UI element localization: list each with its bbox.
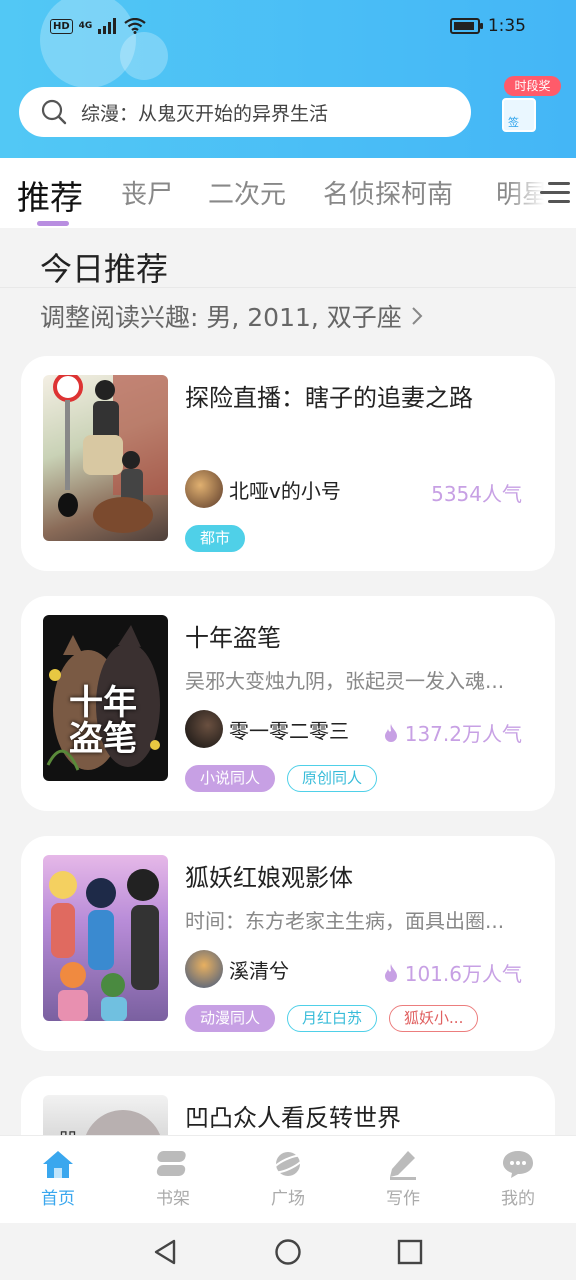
search-icon bbox=[41, 99, 67, 125]
wifi-icon bbox=[124, 18, 147, 34]
book-cover bbox=[43, 855, 168, 1021]
chat-bubble-icon bbox=[503, 1151, 533, 1178]
tag[interactable]: 狐妖小... bbox=[389, 1005, 479, 1032]
book-title: 十年盗笔 bbox=[185, 624, 281, 652]
reading-interest-text: 调整阅读兴趣: 男, 2011, 双子座 bbox=[40, 303, 402, 332]
home-circle-icon[interactable] bbox=[274, 1238, 302, 1266]
home-icon bbox=[43, 1151, 73, 1178]
checkin-label: 签 bbox=[508, 116, 519, 129]
book-author[interactable]: 零一零二零三 bbox=[185, 710, 349, 748]
book-tags: 动漫同人 月红白苏 狐妖小... bbox=[185, 1005, 479, 1032]
flame-icon bbox=[384, 963, 397, 982]
tag[interactable]: 原创同人 bbox=[287, 765, 378, 792]
nav-label: 书架 bbox=[156, 1189, 190, 1209]
bottom-navigation: 首页 书架 广场 写作 我的 bbox=[0, 1135, 576, 1223]
tag[interactable]: 小说同人 bbox=[185, 765, 276, 792]
flame-icon bbox=[384, 723, 397, 742]
book-tags: 都市 bbox=[185, 525, 246, 552]
system-navigation-bar bbox=[0, 1223, 576, 1280]
search-placeholder: 综漫：从鬼灭开始的异界生活 bbox=[81, 102, 329, 125]
author-name: 溪清兮 bbox=[229, 958, 289, 983]
status-bar: HD 4G 1:35 bbox=[0, 0, 576, 58]
tab-zombie[interactable]: 丧尸 bbox=[121, 174, 173, 211]
tag[interactable]: 动漫同人 bbox=[185, 1005, 276, 1032]
reading-interest-link[interactable]: 调整阅读兴趣: 男, 2011, 双子座 bbox=[40, 298, 424, 334]
category-tabs: 推荐 丧尸 二次元 名侦探柯南 明星 bbox=[0, 158, 576, 228]
chevron-right-icon bbox=[412, 307, 423, 325]
book-card[interactable]: 狐妖红娘观影体 时间：东方老家主生病，面具出圈... 溪清兮 101.6万人气 … bbox=[21, 836, 555, 1051]
nav-label: 写作 bbox=[386, 1189, 420, 1209]
book-card[interactable]: 探险直播：瞎子的追妻之路 北哑v的小号 5354人气 都市 bbox=[21, 356, 555, 571]
tag[interactable]: 都市 bbox=[185, 525, 246, 552]
tab-detective-conan[interactable]: 名侦探柯南 bbox=[323, 174, 453, 211]
book-author[interactable]: 北哑v的小号 bbox=[185, 470, 341, 508]
app-header: HD 4G 1:35 综漫：从鬼灭开始的异界生活 时段奖 签 bbox=[0, 0, 576, 158]
book-description: 时间：东方老家主生病，面具出圈... bbox=[185, 909, 505, 933]
status-time: 1:35 bbox=[487, 16, 526, 36]
nav-write[interactable]: 写作 bbox=[363, 1148, 443, 1209]
pen-icon bbox=[390, 1151, 416, 1180]
tab-anime[interactable]: 二次元 bbox=[208, 174, 286, 211]
nav-label: 首页 bbox=[41, 1189, 75, 1209]
signal-icon bbox=[98, 18, 117, 34]
divider bbox=[0, 287, 576, 288]
book-description: 吴邪大变烛九阴，张起灵一发入魂... bbox=[185, 669, 505, 693]
book-card[interactable]: 十年盗笔 十年盗笔 吴邪大变烛九阴，张起灵一发入魂... 零一零二零三 137.… bbox=[21, 596, 555, 811]
book-author[interactable]: 溪清兮 bbox=[185, 950, 289, 988]
nav-label: 我的 bbox=[501, 1189, 535, 1209]
book-title: 凹凸众人看反转世界 bbox=[185, 1104, 401, 1132]
avatar bbox=[185, 950, 223, 988]
popularity-count: 101.6万人气 bbox=[404, 962, 522, 986]
network-type: 4G bbox=[78, 21, 93, 31]
tab-menu-icon[interactable] bbox=[540, 180, 570, 206]
hd-indicator: HD bbox=[50, 18, 73, 34]
tag[interactable]: 月红白苏 bbox=[287, 1005, 378, 1032]
nav-square[interactable]: 广场 bbox=[248, 1148, 328, 1209]
nav-label: 广场 bbox=[271, 1189, 305, 1209]
popularity-count: 5354人气 bbox=[431, 482, 522, 506]
nav-home[interactable]: 首页 bbox=[18, 1148, 98, 1209]
avatar bbox=[185, 710, 223, 748]
popularity-count: 137.2万人气 bbox=[404, 722, 522, 746]
recents-icon[interactable] bbox=[397, 1239, 423, 1265]
nav-bookshelf[interactable]: 书架 bbox=[133, 1148, 213, 1209]
back-icon[interactable] bbox=[152, 1238, 178, 1266]
search-bar[interactable]: 综漫：从鬼灭开始的异界生活 bbox=[19, 87, 471, 137]
book-title: 狐妖红娘观影体 bbox=[185, 864, 353, 892]
section-title: 今日推荐 bbox=[40, 250, 169, 288]
avatar bbox=[185, 470, 223, 508]
checkin-reward-button[interactable]: 时段奖 签 bbox=[494, 72, 566, 136]
nav-me[interactable]: 我的 bbox=[478, 1148, 558, 1209]
reward-badge: 时段奖 bbox=[504, 76, 561, 96]
active-tab-indicator bbox=[37, 221, 69, 226]
bookshelf-icon bbox=[156, 1151, 186, 1176]
tab-recommend[interactable]: 推荐 bbox=[17, 171, 83, 219]
book-cover bbox=[43, 375, 168, 541]
planet-icon bbox=[271, 1152, 305, 1176]
cover-title: 十年盗笔 bbox=[69, 683, 137, 759]
popularity: 5354人气 bbox=[431, 478, 522, 507]
book-tags: 小说同人 原创同人 bbox=[185, 765, 378, 792]
popularity: 137.2万人气 bbox=[383, 718, 522, 747]
author-name: 零一零二零三 bbox=[229, 718, 349, 743]
book-title: 探险直播：瞎子的追妻之路 bbox=[185, 384, 473, 412]
popularity: 101.6万人气 bbox=[383, 958, 522, 987]
battery-icon bbox=[449, 18, 483, 34]
author-name: 北哑v的小号 bbox=[229, 478, 341, 503]
book-cover: 十年盗笔 bbox=[43, 615, 168, 781]
